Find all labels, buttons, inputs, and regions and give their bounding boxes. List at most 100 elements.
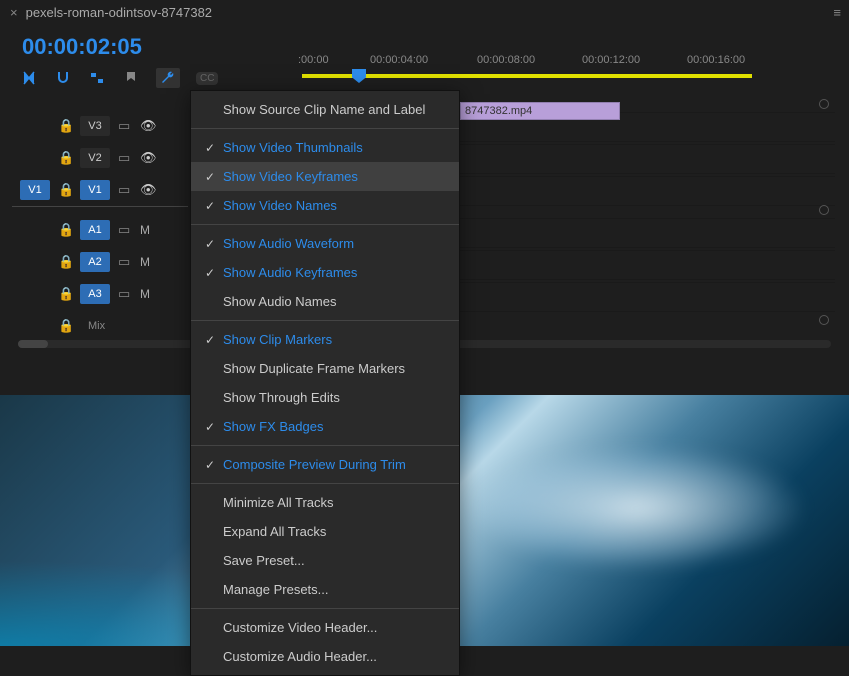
lock-icon[interactable]: 🔒	[58, 254, 72, 270]
track-target-v2[interactable]: V2	[80, 148, 110, 168]
track-target-a2[interactable]: A2	[80, 252, 110, 272]
src-patch-v1[interactable]: V1	[20, 180, 50, 200]
playhead-timecode[interactable]: 00:00:02:05	[0, 24, 142, 64]
filmstrip-icon[interactable]: ▭	[118, 286, 132, 302]
scroll-end-icon[interactable]	[819, 315, 829, 325]
ruler-tick: 00:00:16:00	[687, 54, 745, 66]
snap-magnet-icon[interactable]	[54, 69, 72, 87]
filmstrip-icon[interactable]: ▭	[118, 118, 132, 134]
menu-item-label: Show Audio Keyframes	[223, 265, 445, 280]
menu-item[interactable]: ✓Show Video Thumbnails	[191, 133, 459, 162]
menu-item[interactable]: Expand All Tracks	[191, 517, 459, 546]
lock-icon[interactable]: 🔒	[58, 286, 72, 302]
menu-item-label: Customize Video Header...	[223, 620, 445, 635]
eye-icon[interactable]: 👁	[140, 150, 154, 166]
eye-icon[interactable]: 👁	[140, 182, 154, 198]
close-icon[interactable]: ×	[10, 5, 18, 20]
scrollbar-thumb[interactable]	[18, 340, 48, 348]
track-header-a3[interactable]: 🔒 A3 ▭ M	[12, 278, 188, 310]
track-header-a1[interactable]: 🔒 A1 ▭ M	[12, 214, 188, 246]
menu-separator	[191, 224, 459, 225]
insert-tool-icon[interactable]	[20, 69, 38, 87]
menu-item[interactable]: Show Source Clip Name and Label	[191, 95, 459, 124]
ruler-tick: 00:00:12:00	[582, 54, 640, 66]
menu-item-label: Show Source Clip Name and Label	[223, 102, 445, 117]
checkmark-icon: ✓	[205, 199, 223, 213]
checkmark-icon: ✓	[205, 237, 223, 251]
menu-item[interactable]: ✓Show FX Badges	[191, 412, 459, 441]
sequence-title[interactable]: pexels-roman-odintsov-8747382	[26, 5, 834, 20]
menu-item[interactable]: Show Audio Names	[191, 287, 459, 316]
menu-item[interactable]: ✓Show Audio Waveform	[191, 229, 459, 258]
filmstrip-icon[interactable]: ▭	[118, 254, 132, 270]
menu-separator	[191, 128, 459, 129]
work-area-bar[interactable]	[302, 74, 752, 78]
lock-icon[interactable]: 🔒	[58, 118, 72, 134]
menu-item-label: Customize Audio Header...	[223, 649, 445, 664]
menu-item[interactable]: Minimize All Tracks	[191, 488, 459, 517]
time-ruler[interactable]: :00:00 00:00:04:00 00:00:08:00 00:00:12:…	[292, 54, 837, 80]
menu-item[interactable]: ✓Show Audio Keyframes	[191, 258, 459, 287]
menu-item[interactable]: ✓Show Clip Markers	[191, 325, 459, 354]
timeline-display-settings-menu: Show Source Clip Name and Label✓Show Vid…	[190, 90, 460, 676]
menu-item-label: Show Audio Names	[223, 294, 445, 309]
mute-m-icon[interactable]: M	[140, 287, 150, 301]
menu-item[interactable]: ✓Show Video Keyframes	[191, 162, 459, 191]
menu-separator	[191, 320, 459, 321]
scroll-end-icon[interactable]	[819, 205, 829, 215]
mute-m-icon[interactable]: M	[140, 255, 150, 269]
ruler-tick: :00:00	[298, 54, 329, 66]
filmstrip-icon[interactable]: ▭	[118, 150, 132, 166]
filmstrip-icon[interactable]: ▭	[118, 182, 132, 198]
ruler-tick: 00:00:08:00	[477, 54, 535, 66]
track-header-v1[interactable]: V1 🔒 V1 ▭ 👁	[12, 174, 188, 206]
checkmark-icon: ✓	[205, 420, 223, 434]
menu-separator	[191, 483, 459, 484]
menu-item-label: Expand All Tracks	[223, 524, 445, 539]
menu-item[interactable]: Show Through Edits	[191, 383, 459, 412]
checkmark-icon: ✓	[205, 266, 223, 280]
menu-separator	[191, 608, 459, 609]
menu-item-label: Show Clip Markers	[223, 332, 445, 347]
track-target-v1[interactable]: V1	[80, 180, 110, 200]
linked-selection-icon[interactable]	[88, 69, 106, 87]
lock-icon[interactable]: 🔒	[58, 182, 72, 198]
menu-item-label: Show Video Thumbnails	[223, 140, 445, 155]
track-target-v3[interactable]: V3	[80, 116, 110, 136]
menu-item[interactable]: ✓Show Video Names	[191, 191, 459, 220]
track-header-a2[interactable]: 🔒 A2 ▭ M	[12, 246, 188, 278]
lock-icon[interactable]: 🔒	[58, 222, 72, 238]
menu-item[interactable]: ✓Composite Preview During Trim	[191, 450, 459, 479]
menu-item[interactable]: Show Duplicate Frame Markers	[191, 354, 459, 383]
menu-item-label: Show Video Keyframes	[223, 169, 445, 184]
menu-item-label: Show Through Edits	[223, 390, 445, 405]
checkmark-icon: ✓	[205, 333, 223, 347]
menu-item-label: Minimize All Tracks	[223, 495, 445, 510]
checkmark-icon: ✓	[205, 170, 223, 184]
video-clip[interactable]: 8747382.mp4	[460, 102, 620, 120]
track-header-v3[interactable]: 🔒 V3 ▭ 👁	[12, 110, 188, 142]
lock-icon[interactable]: 🔒	[58, 150, 72, 166]
menu-item[interactable]: Customize Video Header...	[191, 613, 459, 642]
scroll-end-icon[interactable]	[819, 99, 829, 109]
track-target-a1[interactable]: A1	[80, 220, 110, 240]
eye-icon[interactable]: 👁	[140, 118, 154, 134]
marker-icon[interactable]	[122, 69, 140, 87]
panel-menu-icon[interactable]: ≡	[833, 5, 839, 20]
menu-item-label: Manage Presets...	[223, 582, 445, 597]
filmstrip-icon[interactable]: ▭	[118, 222, 132, 238]
menu-item[interactable]: Save Preset...	[191, 546, 459, 575]
track-target-a3[interactable]: A3	[80, 284, 110, 304]
wrench-settings-icon[interactable]	[156, 68, 180, 88]
checkmark-icon: ✓	[205, 141, 223, 155]
menu-item[interactable]: Customize Audio Header...	[191, 642, 459, 671]
track-header-v2[interactable]: 🔒 V2 ▭ 👁	[12, 142, 188, 174]
mute-m-icon[interactable]: M	[140, 223, 150, 237]
menu-item-label: Show Duplicate Frame Markers	[223, 361, 445, 376]
menu-item[interactable]: Manage Presets...	[191, 575, 459, 604]
menu-item-label: Show Audio Waveform	[223, 236, 445, 251]
menu-separator	[191, 445, 459, 446]
menu-item-label: Show FX Badges	[223, 419, 445, 434]
ruler-tick: 00:00:04:00	[370, 54, 428, 66]
captions-icon[interactable]: CC	[196, 72, 218, 85]
